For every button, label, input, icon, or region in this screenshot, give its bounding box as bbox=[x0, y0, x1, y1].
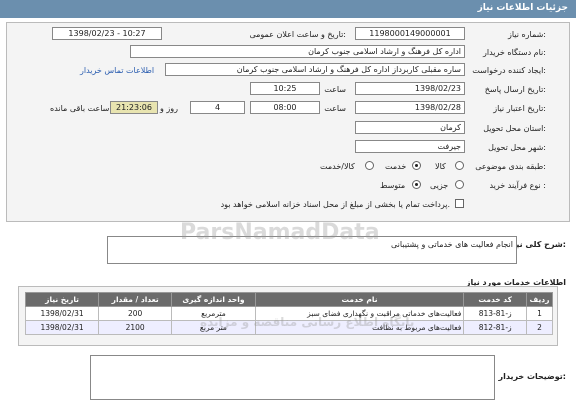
reply-date-field: 1398/02/23 bbox=[355, 82, 465, 95]
treasury-checkbox[interactable] bbox=[455, 199, 464, 208]
buyer-notes-field bbox=[90, 355, 495, 400]
col-name: نام خدمت bbox=[254, 292, 465, 307]
creator-label: ایجاد کننده درخواست: bbox=[472, 66, 546, 75]
remaining-time-field: 21:23:06 bbox=[110, 101, 158, 114]
remaining-label: ساعت باقی مانده bbox=[50, 104, 110, 113]
col-qty: تعداد / مقدار bbox=[98, 292, 173, 307]
cell-row: 1 bbox=[526, 306, 553, 321]
validity-time-label: ساعت bbox=[324, 104, 346, 113]
treasury-note: پرداخت تمام یا بخشی از مبلغ از محل اسناد… bbox=[220, 200, 450, 209]
buyer-contact-link[interactable]: اطلاعات تماس خریدار bbox=[80, 66, 154, 75]
days-field: 4 bbox=[190, 101, 245, 114]
validity-time-field: 08:00 bbox=[250, 101, 320, 114]
days-label: روز و bbox=[160, 104, 178, 113]
validity-label: تاریخ اعتبار نیاز: bbox=[493, 104, 546, 113]
header-bar: جزئیات اطلاعات نیاز bbox=[0, 0, 576, 18]
cell-qty: 200 bbox=[98, 306, 173, 321]
col-unit: واحد اندازه گیری bbox=[171, 292, 256, 307]
process-label: نوع فرآیند خرید : bbox=[489, 181, 546, 190]
validity-date-field: 1398/02/28 bbox=[355, 101, 465, 114]
cell-date: 1398/02/31 bbox=[24, 320, 100, 335]
category-radio-goods[interactable] bbox=[455, 161, 464, 170]
watermark-logo-text: ParsNamadData bbox=[180, 220, 380, 245]
category-goods-label: کالا bbox=[435, 162, 446, 171]
watermark-subtitle: پایگاه اطلاع رسانی مناقصه و مزایده bbox=[200, 315, 415, 329]
cell-date: 1398/02/31 bbox=[24, 306, 100, 321]
buyer-notes-label: توضیحات خریدار: bbox=[498, 372, 566, 381]
summary-label: شرح کلی نیاز: bbox=[508, 240, 566, 249]
buyer-org-field: اداره کل فرهنگ و ارشاد اسلامی جنوب کرمان bbox=[130, 45, 465, 58]
province-label: استان محل تحویل: bbox=[483, 124, 546, 133]
cell-code: ز-81-813 bbox=[463, 306, 527, 321]
category-radio-both[interactable] bbox=[365, 161, 374, 170]
city-label: شهر محل تحویل: bbox=[488, 143, 546, 152]
page-title: جزئیات اطلاعات نیاز bbox=[477, 3, 568, 13]
need-number-field: 1198000149000001 bbox=[355, 27, 465, 40]
buyer-org-label: نام دستگاه خریدار: bbox=[482, 48, 546, 57]
reply-time-label: ساعت bbox=[324, 85, 346, 94]
category-radio-service[interactable] bbox=[412, 161, 421, 170]
col-row: ردیف bbox=[526, 292, 553, 307]
col-date: تاریخ نیاز bbox=[24, 292, 100, 307]
reply-deadline-label: تاریخ ارسال پاسخ: bbox=[484, 85, 546, 94]
need-number-label: شماره نیاز: bbox=[507, 30, 546, 39]
announce-label: تاریخ و ساعت اعلان عمومی: bbox=[249, 30, 346, 39]
process-radio-medium[interactable] bbox=[412, 180, 421, 189]
category-both-label: کالا/خدمت bbox=[320, 162, 355, 171]
cell-row: 2 bbox=[526, 320, 553, 335]
reply-time-field: 10:25 bbox=[250, 82, 320, 95]
cell-qty: 2100 bbox=[98, 320, 173, 335]
city-field: جیرفت bbox=[355, 140, 465, 153]
province-field: کرمان bbox=[355, 121, 465, 134]
process-medium-label: متوسط bbox=[380, 181, 406, 190]
cell-code: ز-81-812 bbox=[463, 320, 527, 335]
announce-field: 1398/02/23 - 10:27 bbox=[52, 27, 162, 40]
category-label: طبقه بندی موضوعی: bbox=[475, 162, 546, 171]
creator-field: ساره مقبلی کاربرداز اداره کل فرهنگ و ارش… bbox=[165, 63, 465, 76]
category-service-label: خدمت bbox=[385, 162, 407, 171]
process-minor-label: جزیی bbox=[430, 181, 449, 190]
col-code: کد خدمت bbox=[463, 292, 527, 307]
process-radio-minor[interactable] bbox=[455, 180, 464, 189]
